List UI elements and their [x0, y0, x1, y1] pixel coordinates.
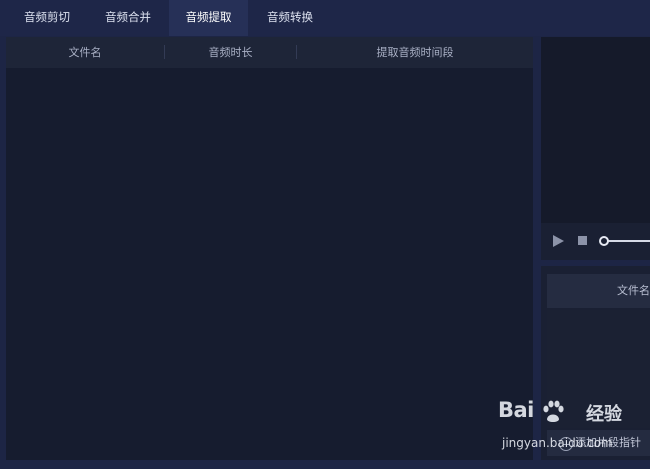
tab-audio-cut[interactable]: 音频剪切: [10, 0, 84, 36]
column-header-extract-range[interactable]: 提取音频时间段: [297, 37, 533, 68]
tab-bar: 音频剪切 音频合并 音频提取 音频转换: [0, 0, 650, 36]
baidu-jingyan-watermark: Bai 经验 jingyan.baidu.com: [498, 398, 650, 464]
column-header-duration[interactable]: 音频时长: [165, 37, 296, 68]
stop-icon[interactable]: [578, 236, 587, 245]
tab-audio-extract[interactable]: 音频提取: [169, 0, 248, 36]
file-list-panel: 文件名 音频时长 提取音频时间段: [6, 37, 533, 460]
progress-slider-handle[interactable]: [599, 236, 609, 246]
tab-audio-convert[interactable]: 音频转换: [253, 0, 327, 36]
preview-panel: [541, 37, 650, 260]
watermark-brand-cn: 经验: [586, 404, 622, 425]
column-header-filename[interactable]: 文件名: [6, 37, 164, 68]
segment-table-header: 文件名: [547, 274, 650, 308]
segment-column-filename: 文件名: [617, 284, 650, 297]
paw-icon: [543, 400, 564, 422]
file-list-body[interactable]: [6, 68, 533, 460]
table-header: 文件名 音频时长 提取音频时间段: [6, 37, 533, 68]
watermark-url: jingyan.baidu.com: [502, 436, 613, 450]
watermark-brand: Bai: [498, 398, 534, 422]
tab-audio-merge[interactable]: 音频合并: [91, 0, 165, 36]
player-controls: [541, 223, 650, 260]
progress-track[interactable]: [603, 240, 650, 242]
play-icon[interactable]: [553, 235, 564, 247]
